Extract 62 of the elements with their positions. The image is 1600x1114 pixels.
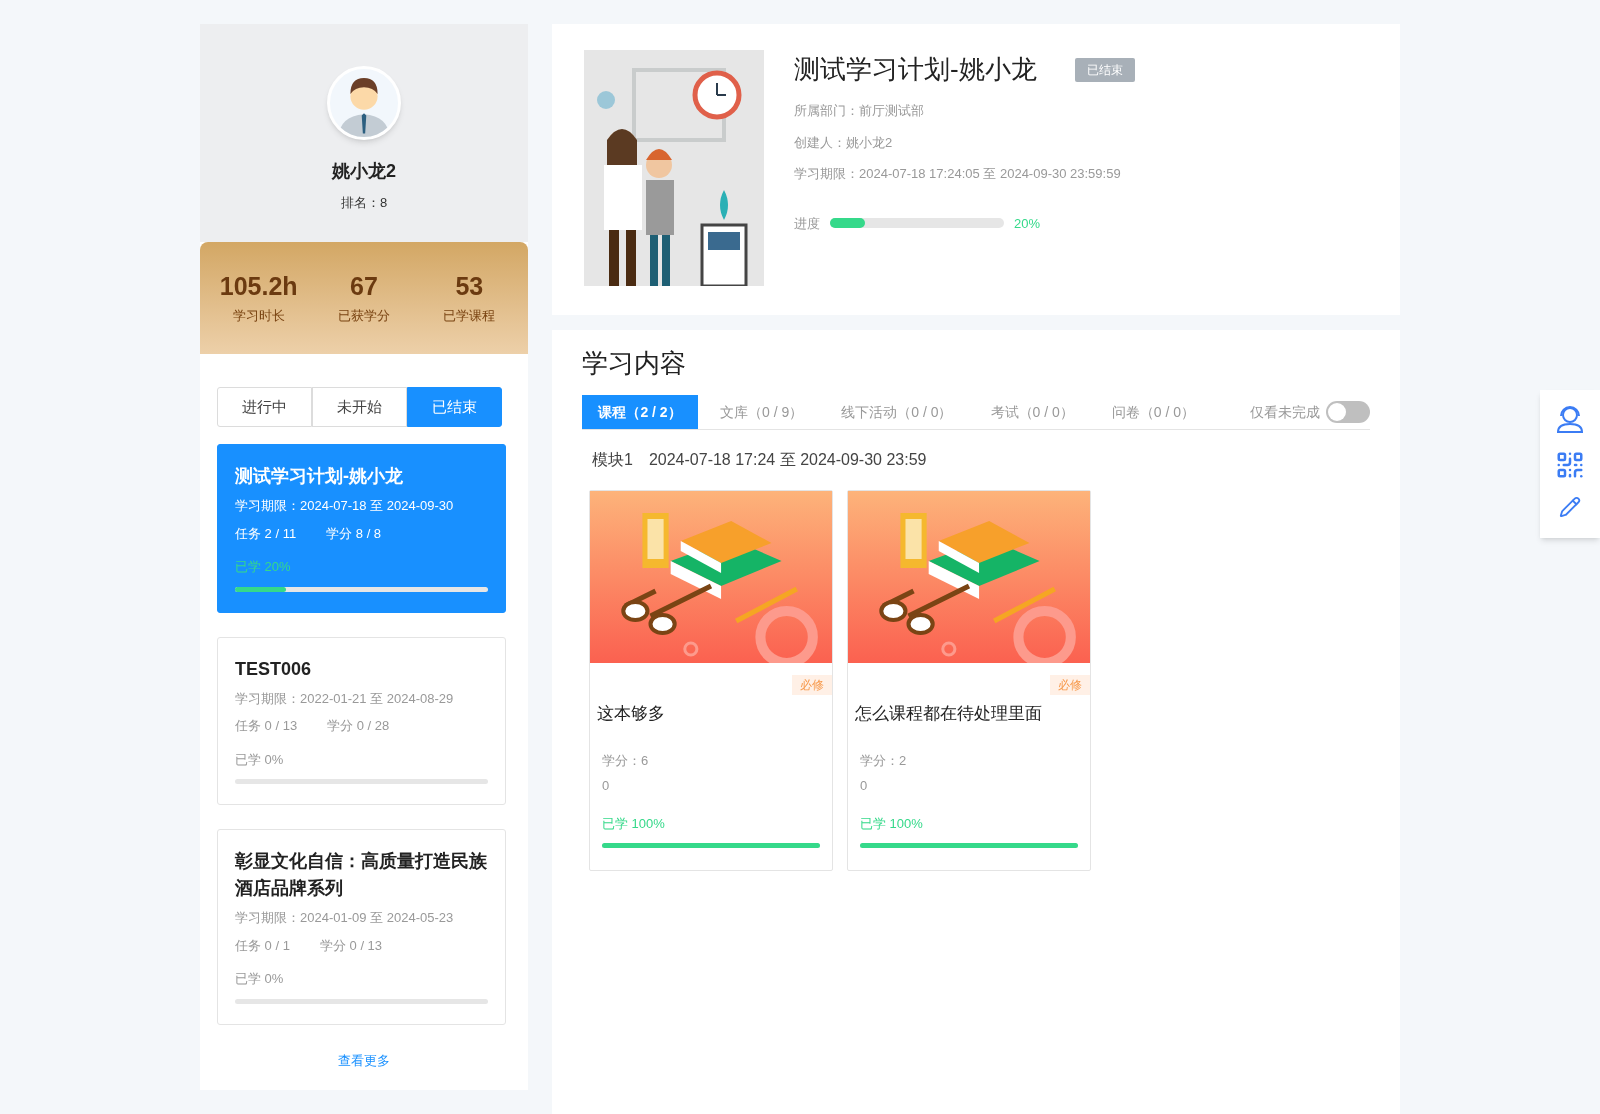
plan-title: 彰显文化自信：高质量打造民族酒店品牌系列 [235, 850, 488, 900]
plan-tasks: 任务 0 / 1 [235, 936, 290, 955]
course-title: 怎么课程都在待处理里面 [854, 703, 1043, 725]
module-name: 模块1 [592, 450, 633, 470]
user-name: 姚小龙2 [332, 160, 396, 183]
content-tab[interactable]: 文库（0 / 9） [704, 395, 820, 429]
progress-label: 进度 [794, 214, 820, 233]
plan-progress-text: 已学 0% [235, 970, 285, 988]
plan-credits: 学分 0 / 28 [327, 717, 390, 735]
content-tab[interactable]: 线下活动（0 / 0） [825, 395, 969, 429]
plan-period: 学习期限：2024-01-09 至 2024-05-23 [235, 909, 455, 927]
status-tab[interactable]: 进行中 [217, 387, 312, 427]
stat-value: 53 [455, 270, 484, 302]
plan-title: 测试学习计划-姚小龙 [794, 53, 1037, 86]
plan-title: 测试学习计划-姚小龙 [235, 465, 404, 488]
pencil-icon[interactable] [1559, 496, 1581, 518]
avatar-icon [327, 66, 401, 140]
course-value: 0 [601, 777, 611, 795]
plan-progress-text: 已学 20% [235, 558, 292, 576]
plan-period: 学习期限：2024-07-18 至 2024-09-30 [235, 497, 455, 515]
status-tab[interactable]: 已结束 [407, 387, 502, 427]
toggle-switch[interactable] [1326, 401, 1370, 423]
plan-credits: 学分 0 / 13 [319, 936, 383, 955]
plan-creator: 创建人：姚小龙2 [794, 133, 894, 152]
section-heading: 学习内容 [582, 347, 687, 380]
module-date-range: 2024-07-18 17:24 至 2024-09-30 23:59 [648, 450, 927, 470]
plan-title: TEST006 [235, 657, 313, 681]
course-credit: 学分：6 [601, 751, 650, 770]
content-tab[interactable]: 考试（0 / 0） [974, 395, 1090, 429]
plan-department: 所属部门：前厅测试部 [794, 102, 925, 120]
course-progress-text: 已学 100% [859, 814, 924, 833]
stat-label: 学习时长 [232, 306, 285, 325]
required-badge: 必修 [1050, 675, 1090, 695]
plan-tasks: 任务 2 / 11 [235, 524, 297, 543]
required-badge: 必修 [792, 675, 832, 695]
content-tab[interactable]: 课程（2 / 2） [582, 395, 698, 429]
plan-period: 学习期限：2022-01-21 至 2024-08-29 [235, 689, 455, 708]
plan-card[interactable]: 彰显文化自信：高质量打造民族酒店品牌系列 学习期限：2024-01-09 至 2024-05-23 任务 0 / 1 学分 0 / 13 已学 0% [217, 829, 506, 1025]
plan-credits: 学分 8 / 8 [326, 524, 382, 543]
stat-value: 105.2h [219, 270, 298, 302]
stat-label: 已学课程 [443, 306, 496, 325]
plan-tasks: 任务 0 / 13 [235, 717, 298, 735]
stat-value: 67 [350, 270, 378, 302]
course-value: 0 [859, 777, 869, 795]
plan-period: 学习期限：2024-07-18 17:24:05 至 2024-09-30 23:59:59 [794, 165, 1122, 183]
course-card[interactable]: 必修 这本够多 学分：6 0 已学 100% [589, 490, 833, 871]
plan-card[interactable]: 测试学习计划-姚小龙 学习期限：2024-07-18 至 2024-09-30 任务 2 / 11 学分 8 / 8 已学 20% [217, 444, 506, 613]
qr-code-icon[interactable] [1555, 450, 1585, 480]
course-credit: 学分：2 [859, 751, 908, 770]
plan-card[interactable]: TEST006 学习期限：2022-01-21 至 2024-08-29 任务 0 / 13 学分 0 / 28 已学 0% [217, 636, 506, 805]
status-tab[interactable]: 未开始 [312, 387, 407, 427]
progress-percent: 20% [1014, 214, 1041, 233]
stat-label: 已获学分 [338, 306, 390, 325]
user-rank: 排名：8 [340, 194, 388, 212]
plan-progress-text: 已学 0% [235, 750, 285, 769]
view-more-link[interactable]: 查看更多 [338, 1050, 390, 1070]
toggle-label: 仅看未完成 [1250, 402, 1320, 422]
course-card[interactable]: 必修 怎么课程都在待处理里面 学分：2 0 已学 100% [847, 490, 1091, 871]
course-progress-text: 已学 100% [601, 814, 666, 833]
course-title: 这本够多 [596, 703, 666, 725]
content-tab[interactable]: 问卷（0 / 0） [1095, 395, 1211, 429]
status-badge: 已结束 [1074, 57, 1135, 82]
